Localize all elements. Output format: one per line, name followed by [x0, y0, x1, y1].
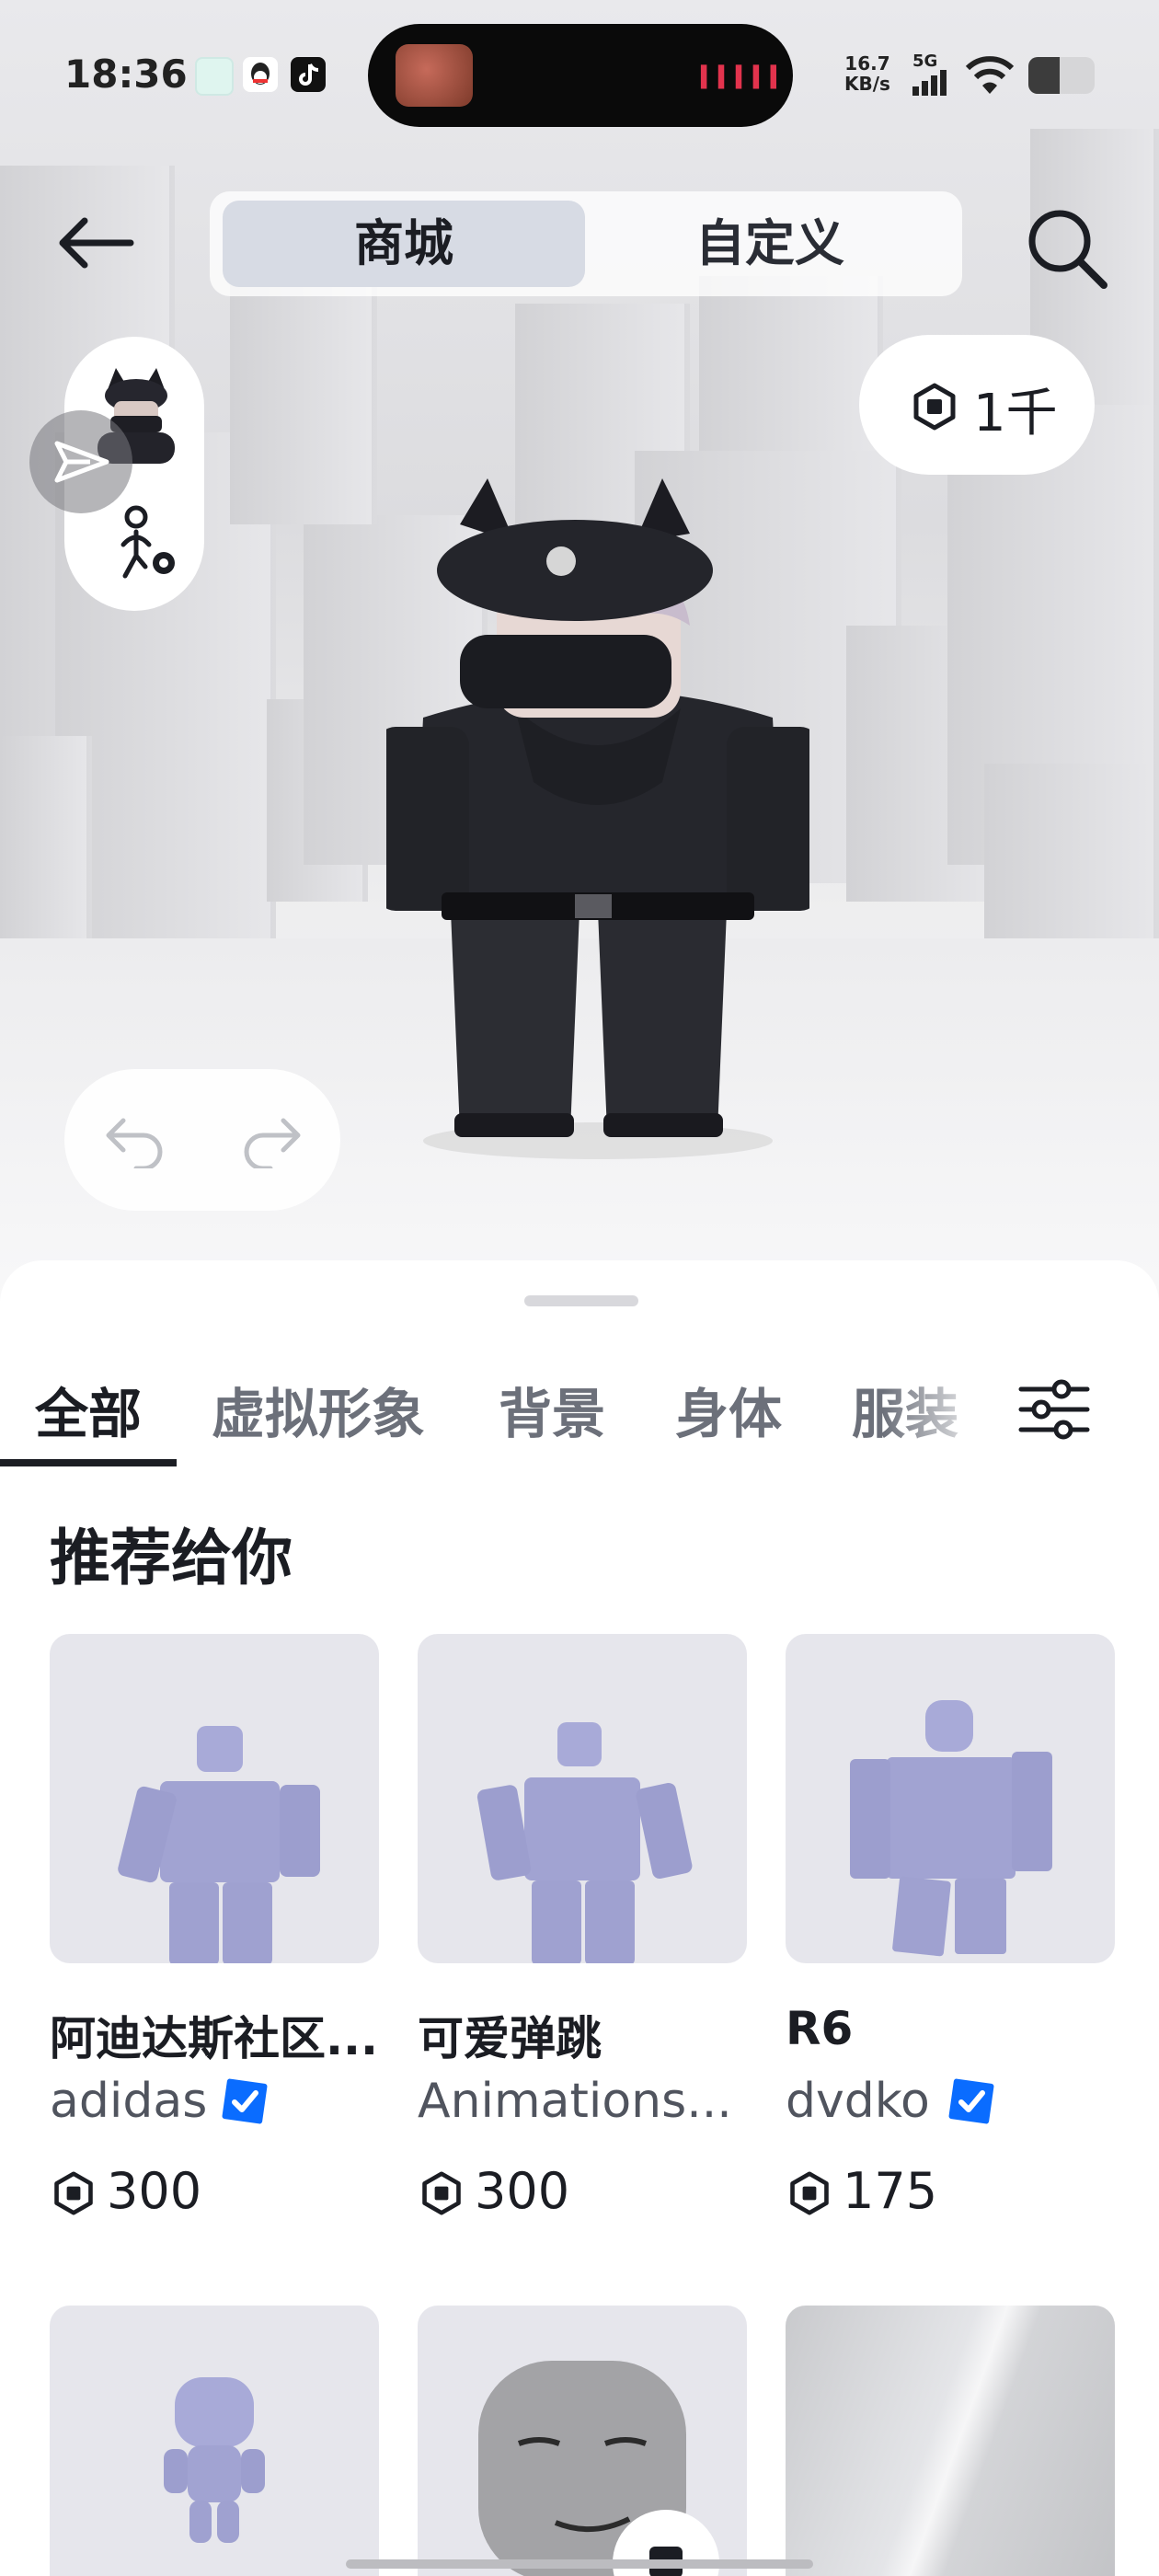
message-app-icon: [195, 57, 234, 96]
send-icon: [54, 441, 109, 483]
head-preview-image: [478, 2361, 719, 2576]
home-indicator[interactable]: [346, 2559, 813, 2569]
item-card-thumbnail[interactable]: [786, 1634, 1115, 1963]
signal-icon: [912, 70, 947, 96]
back-arrow-icon[interactable]: [53, 210, 138, 276]
item-creator[interactable]: Animations...: [418, 2074, 732, 2129]
network-type: 5G: [912, 52, 938, 71]
robux-icon: [54, 2171, 93, 2215]
tab-shop[interactable]: 商城: [223, 201, 585, 287]
item-card-thumbnail[interactable]: [50, 2306, 379, 2576]
verified-badge-icon: [222, 2078, 268, 2124]
category-tab-all[interactable]: 全部: [35, 1371, 142, 1448]
item-card-thumbnail[interactable]: [50, 1634, 379, 1963]
search-icon[interactable]: [1023, 204, 1111, 293]
item-name[interactable]: R6: [786, 2002, 1119, 2055]
item-price: 300: [107, 2162, 202, 2220]
item-card-thumbnail[interactable]: [418, 2306, 747, 2576]
category-tab-avatar[interactable]: 虚拟形象: [212, 1371, 425, 1448]
audio-wave-icon: ▍▍▍▍▍: [701, 66, 788, 89]
wifi-icon: [965, 56, 1015, 94]
category-tab-body[interactable]: 身体: [675, 1371, 782, 1448]
tabs-fade: [883, 1362, 993, 1444]
media-thumbnail: [396, 44, 473, 107]
robux-icon: [422, 2171, 461, 2215]
active-tab-indicator: [0, 1459, 177, 1466]
item-price: 300: [475, 2162, 570, 2220]
item-creator[interactable]: dvdko: [786, 2074, 930, 2129]
item-price: 175: [843, 2162, 938, 2220]
animation-preview-image: [118, 1726, 320, 1963]
robux-icon: [790, 2171, 829, 2215]
mini-body-preview-image: [164, 2377, 265, 2543]
tab-customize[interactable]: 自定义: [589, 201, 951, 287]
status-bar: 18:36 ▍▍▍▍▍ 16.7 KB/s 5G: [0, 0, 1159, 147]
qq-icon: [243, 57, 278, 92]
item-name[interactable]: 阿迪达斯社区...: [50, 2002, 383, 2068]
verified-badge-icon: [948, 2078, 994, 2124]
battery-level: [1028, 57, 1060, 94]
status-time: 18:36: [64, 52, 188, 97]
redo-icon[interactable]: [237, 1113, 304, 1168]
network-speed: 16.7 KB/s: [844, 52, 890, 95]
undo-icon[interactable]: [103, 1113, 169, 1168]
avatar-3d-model[interactable]: [386, 478, 809, 1159]
robux-balance: 1千: [973, 384, 1058, 443]
share-button[interactable]: [29, 410, 132, 513]
animation-preview-image: [476, 1722, 693, 1963]
item-name[interactable]: 可爱弹跳: [418, 2002, 751, 2068]
section-title: 推荐给你: [50, 1523, 293, 1593]
item-creator[interactable]: adidas: [50, 2074, 207, 2129]
avatar-settings-icon[interactable]: [110, 504, 182, 581]
sheet-drag-handle[interactable]: [524, 1295, 638, 1306]
item-card-thumbnail[interactable]: [786, 2306, 1115, 2576]
category-tab-background[interactable]: 背景: [499, 1371, 605, 1448]
body-preview-image: [850, 1700, 1052, 1957]
filter-icon[interactable]: [1017, 1376, 1091, 1443]
item-card-thumbnail[interactable]: [418, 1634, 747, 1963]
tiktok-icon: [291, 57, 326, 92]
robux-icon: [913, 383, 956, 431]
